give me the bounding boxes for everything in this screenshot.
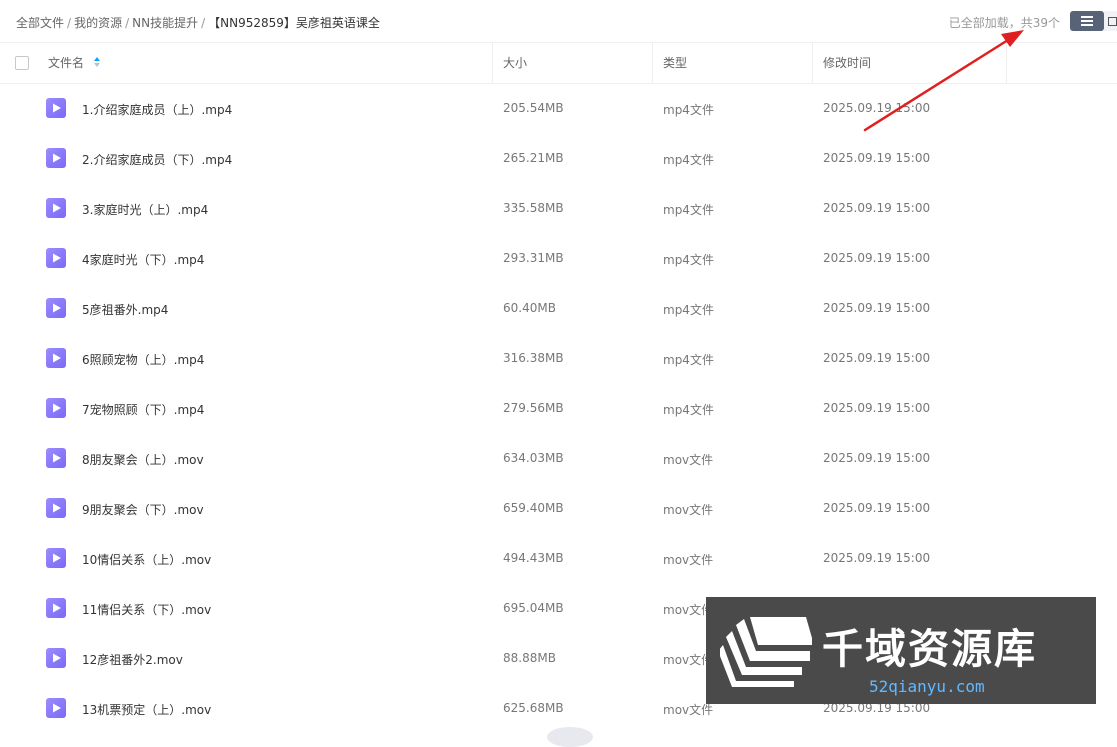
file-name[interactable]: 3.家庭时光（上）.mp4 <box>82 201 208 218</box>
watermark-logo-icon <box>720 617 812 687</box>
video-file-icon <box>46 148 66 168</box>
file-type: mp4文件 <box>663 303 714 317</box>
video-file-icon <box>46 548 66 568</box>
sort-ascending-icon[interactable] <box>94 57 102 69</box>
table-row[interactable]: 10情侣关系（上）.mov 494.43MB mov文件 2025.09.19 … <box>0 533 1117 583</box>
floating-scroll-button[interactable] <box>547 727 593 747</box>
file-type: mp4文件 <box>663 403 714 417</box>
breadcrumb-my-resources[interactable]: 我的资源 <box>74 16 122 30</box>
video-file-icon <box>46 198 66 218</box>
column-divider <box>492 43 493 83</box>
column-divider <box>652 43 653 83</box>
file-modified-time: 2025.09.19 15:00 <box>823 501 931 515</box>
watermark-title: 千域资源库 <box>822 625 1037 673</box>
file-modified-time: 2025.09.19 15:00 <box>823 301 931 315</box>
file-modified-time: 2025.09.19 15:00 <box>823 151 931 165</box>
video-file-icon <box>46 498 66 518</box>
file-name[interactable]: 11情侣关系（下）.mov <box>82 601 211 618</box>
table-row[interactable]: 3.家庭时光（上）.mp4 335.58MB mp4文件 2025.09.19 … <box>0 183 1117 233</box>
file-type: mp4文件 <box>663 353 714 367</box>
table-row[interactable]: 6照顾宠物（上）.mp4 316.38MB mp4文件 2025.09.19 1… <box>0 333 1117 383</box>
video-file-icon <box>46 298 66 318</box>
video-file-icon <box>46 598 66 618</box>
file-name[interactable]: 5彦祖番外.mp4 <box>82 301 168 318</box>
file-size: 293.31MB <box>503 251 564 265</box>
file-type: mp4文件 <box>663 153 714 167</box>
table-row[interactable]: 1.介绍家庭成员（上）.mp4 205.54MB mp4文件 2025.09.1… <box>0 83 1117 133</box>
breadcrumb-current-folder: 【NN952859】吴彦祖英语课全 <box>208 16 380 30</box>
breadcrumb-all-files[interactable]: 全部文件 <box>16 16 64 30</box>
video-file-icon <box>46 248 66 268</box>
file-size: 265.21MB <box>503 151 564 165</box>
file-size: 279.56MB <box>503 401 564 415</box>
table-row[interactable]: 4家庭时光（下）.mp4 293.31MB mp4文件 2025.09.19 1… <box>0 233 1117 283</box>
column-header-modified[interactable]: 修改时间 <box>823 43 871 83</box>
file-name[interactable]: 1.介绍家庭成员（上）.mp4 <box>82 101 232 118</box>
file-type: mp4文件 <box>663 103 714 117</box>
table-row[interactable]: 2.介绍家庭成员（下）.mp4 265.21MB mp4文件 2025.09.1… <box>0 133 1117 183</box>
file-name[interactable]: 2.介绍家庭成员（下）.mp4 <box>82 151 232 168</box>
file-size: 316.38MB <box>503 351 564 365</box>
file-modified-time: 2025.09.19 15:00 <box>823 401 931 415</box>
breadcrumb-separator: / <box>201 16 206 30</box>
file-size: 494.43MB <box>503 551 564 565</box>
file-name[interactable]: 4家庭时光（下）.mp4 <box>82 251 204 268</box>
loaded-count-text: 已全部加载，共39个 <box>948 16 1060 30</box>
column-header-type[interactable]: 类型 <box>663 43 687 83</box>
video-file-icon <box>46 98 66 118</box>
file-type: mov文件 <box>663 503 714 517</box>
table-header: 文件名 大小 类型 修改时间 <box>0 42 1117 84</box>
file-size: 625.68MB <box>503 701 564 715</box>
file-name[interactable]: 6照顾宠物（上）.mp4 <box>82 351 204 368</box>
breadcrumb-separator: / <box>67 16 72 30</box>
video-file-icon <box>46 698 66 718</box>
file-modified-time: 2025.09.19 15:00 <box>823 451 931 465</box>
video-file-icon <box>46 348 66 368</box>
file-name[interactable]: 13机票预定（上）.mov <box>82 701 211 718</box>
column-divider <box>812 43 813 83</box>
video-file-icon <box>46 648 66 668</box>
file-size: 205.54MB <box>503 101 564 115</box>
file-name[interactable]: 9朋友聚会（下）.mov <box>82 501 204 518</box>
file-size: 335.58MB <box>503 201 564 215</box>
table-row[interactable]: 5彦祖番外.mp4 60.40MB mp4文件 2025.09.19 15:00 <box>0 283 1117 333</box>
file-type: mp4文件 <box>663 203 714 217</box>
list-view-icon[interactable] <box>1070 11 1104 31</box>
file-modified-time: 2025.09.19 15:00 <box>823 251 931 265</box>
file-modified-time: 2025.09.19 15:00 <box>823 351 931 365</box>
file-name[interactable]: 10情侣关系（上）.mov <box>82 551 211 568</box>
file-type: mov文件 <box>663 453 714 467</box>
table-row[interactable]: 9朋友聚会（下）.mov 659.40MB mov文件 2025.09.19 1… <box>0 483 1117 533</box>
file-name[interactable]: 12彦祖番外2.mov <box>82 651 183 668</box>
file-size: 634.03MB <box>503 451 564 465</box>
file-modified-time: 2025.09.19 15:00 <box>823 551 931 565</box>
file-modified-time: 2025.09.19 15:00 <box>823 201 931 215</box>
video-file-icon <box>46 448 66 468</box>
file-size: 88.88MB <box>503 651 556 665</box>
column-header-name[interactable]: 文件名 <box>48 43 84 83</box>
watermark-url: 52qianyu.com <box>869 677 985 696</box>
watermark-banner: 千域资源库 52qianyu.com <box>706 597 1096 704</box>
grid-view-icon[interactable] <box>1104 11 1117 31</box>
column-header-size[interactable]: 大小 <box>503 43 527 83</box>
file-type: mp4文件 <box>663 253 714 267</box>
file-size: 659.40MB <box>503 501 564 515</box>
breadcrumb-skill-upgrade[interactable]: NN技能提升 <box>132 16 198 30</box>
file-size: 60.40MB <box>503 301 556 315</box>
select-all-checkbox[interactable] <box>15 56 29 70</box>
file-name[interactable]: 7宠物照顾（下）.mp4 <box>82 401 204 418</box>
top-bar: 全部文件 / 我的资源 / NN技能提升 / 【NN952859】吴彦祖英语课全 已全部加载… <box>0 0 1117 42</box>
breadcrumb-separator: / <box>125 16 130 30</box>
column-divider <box>1006 43 1007 83</box>
table-row[interactable]: 7宠物照顾（下）.mp4 279.56MB mp4文件 2025.09.19 1… <box>0 383 1117 433</box>
file-type: mov文件 <box>663 553 714 567</box>
breadcrumb: 全部文件 / 我的资源 / NN技能提升 / 【NN952859】吴彦祖英语课全 <box>16 14 380 31</box>
table-row[interactable]: 8朋友聚会（上）.mov 634.03MB mov文件 2025.09.19 1… <box>0 433 1117 483</box>
video-file-icon <box>46 398 66 418</box>
file-name[interactable]: 8朋友聚会（上）.mov <box>82 451 204 468</box>
file-size: 695.04MB <box>503 601 564 615</box>
file-modified-time: 2025.09.19 15:00 <box>823 101 931 115</box>
